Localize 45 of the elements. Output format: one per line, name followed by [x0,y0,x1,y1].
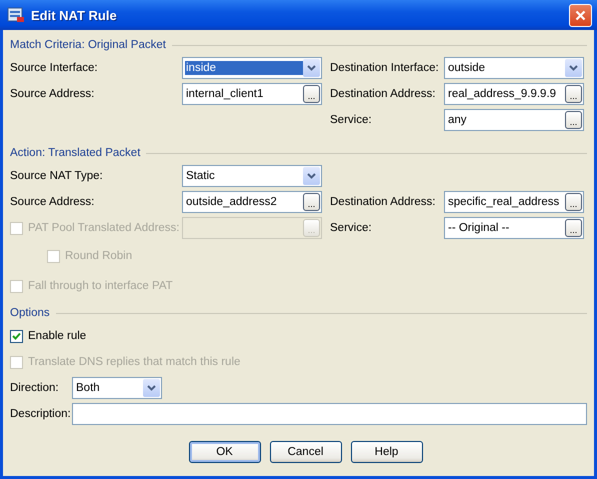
field-label: Source Address: [10,88,96,100]
section-heading: Options [10,307,50,319]
checkbox-label: Translate DNS replies that match this rule [28,356,240,368]
checkbox-label: PAT Pool Translated Address: [28,222,180,234]
field-label: Destination Interface: [330,62,440,74]
field-label: Description: [10,408,72,420]
field-label: Source Address: [10,196,96,208]
browse-button[interactable]: ... [303,193,320,211]
dropdown[interactable]: inside [182,57,322,79]
address-field[interactable]: -- Original -- ... [444,217,584,239]
dialog-button[interactable]: Help [350,441,422,463]
field-label: Source Interface: [10,62,99,74]
field-label: Service: [330,114,373,126]
close-button[interactable] [569,4,592,26]
window-title: Edit NAT Rule [31,8,118,22]
dropdown[interactable]: Both [72,377,162,399]
field-label: Direction: [10,382,60,394]
section-heading: Action: Translated Packet [10,147,140,159]
field-label: Source NAT Type: [10,170,104,182]
close-icon[interactable] [575,10,586,20]
section-heading: Match Criteria: Original Packet [10,39,166,51]
browse-button[interactable]: ... [565,85,582,103]
field-label: Destination Address: [330,88,436,100]
app-icon [7,7,25,23]
browse-button[interactable]: ... [565,219,582,237]
address-field[interactable]: specific_real_address ... [444,191,584,213]
address-field[interactable]: internal_client1 ... [182,83,322,105]
browse-button[interactable]: ... [565,111,582,129]
checkbox-label: Enable rule [28,330,86,342]
field-label: Service: [330,222,373,234]
checkmark-icon [12,332,21,340]
checkbox-label: Round Robin [65,250,132,262]
dropdown[interactable]: outside [444,57,584,79]
browse-button[interactable]: ... [303,85,320,103]
browse-button[interactable]: ... [565,193,582,211]
checkbox[interactable] [10,330,23,342]
dialog-button[interactable]: Cancel [270,441,342,463]
address-field[interactable]: real_address_9.9.9.9 ... [444,83,584,105]
address-field[interactable]: any ... [444,109,584,131]
checkbox-label: Fall through to interface PAT [28,280,173,292]
address-field[interactable]: outside_address2 ... [182,191,322,213]
dropdown[interactable]: Static [182,165,322,187]
dialog-button[interactable]: OK [188,441,260,463]
field-label: Destination Address: [330,196,436,208]
description-field[interactable] [72,403,587,425]
